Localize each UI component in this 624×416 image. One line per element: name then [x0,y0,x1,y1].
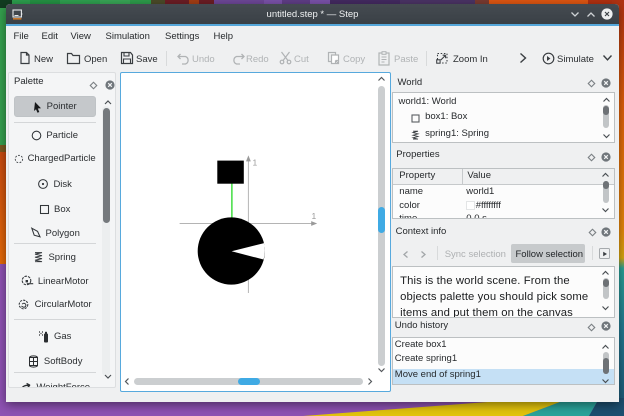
svg-text:1: 1 [252,157,257,167]
svg-text:1: 1 [311,211,316,221]
